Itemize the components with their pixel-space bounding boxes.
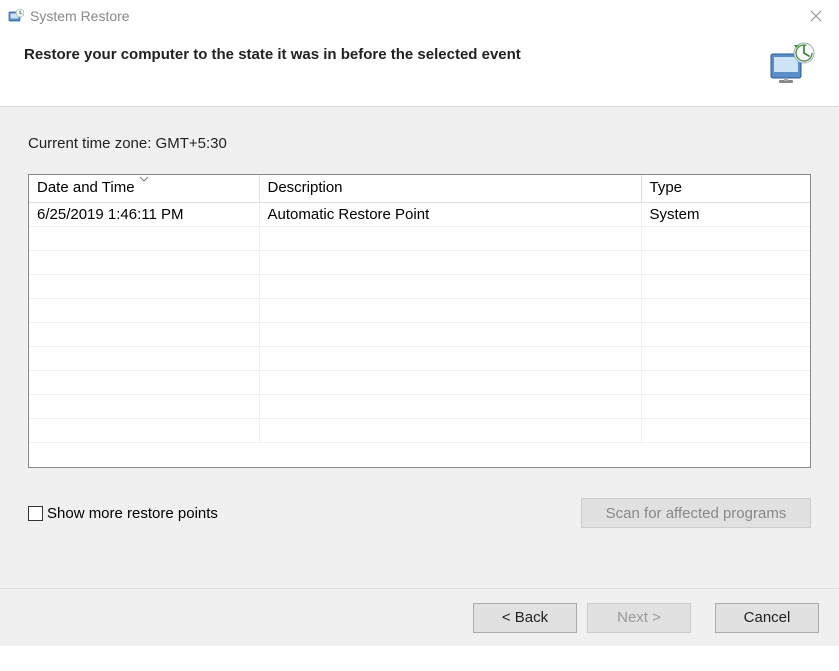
table-row-empty: .	[29, 347, 810, 371]
column-label: Description	[268, 179, 343, 196]
wizard-header: Restore your computer to the state it wa…	[0, 32, 839, 107]
timezone-label: Current time zone: GMT+5:30	[28, 135, 811, 152]
restore-large-icon	[767, 40, 815, 88]
next-button[interactable]: Next >	[587, 603, 691, 633]
show-more-checkbox[interactable]: Show more restore points	[28, 505, 218, 522]
scan-affected-button[interactable]: Scan for affected programs	[581, 498, 811, 528]
titlebar: System Restore	[0, 0, 839, 32]
close-icon	[810, 10, 822, 22]
page-title: Restore your computer to the state it wa…	[24, 40, 521, 63]
restore-app-icon	[8, 8, 24, 24]
chevron-down-icon	[139, 174, 149, 184]
table-row-empty: .	[29, 251, 810, 275]
cell-description: Automatic Restore Point	[259, 203, 641, 227]
column-label: Type	[650, 179, 683, 196]
restore-points-table[interactable]: Date and Time Description Type 6/25/20	[28, 174, 811, 468]
window-title: System Restore	[30, 8, 130, 24]
content-panel: Current time zone: GMT+5:30 Date and Tim…	[0, 107, 839, 588]
wizard-footer: < Back Next > Cancel	[0, 588, 839, 646]
column-header-type[interactable]: Type	[641, 175, 810, 203]
table-row-empty: .	[29, 299, 810, 323]
checkbox-label: Show more restore points	[47, 505, 218, 522]
table-row-empty: .	[29, 371, 810, 395]
back-button[interactable]: < Back	[473, 603, 577, 633]
close-button[interactable]	[793, 0, 839, 32]
table-row-empty: .	[29, 323, 810, 347]
table-row-empty: .	[29, 419, 810, 443]
table-row-empty: .	[29, 395, 810, 419]
column-label: Date and Time	[37, 179, 135, 196]
table-row[interactable]: 6/25/2019 1:46:11 PM Automatic Restore P…	[29, 203, 810, 227]
cell-type: System	[641, 203, 810, 227]
table-row-empty: .	[29, 275, 810, 299]
options-row: Show more restore points Scan for affect…	[28, 498, 811, 528]
table-header-row: Date and Time Description Type	[29, 175, 810, 203]
table-row-empty: .	[29, 227, 810, 251]
column-header-date[interactable]: Date and Time	[29, 175, 259, 203]
checkbox-icon	[28, 506, 43, 521]
cell-date: 6/25/2019 1:46:11 PM	[29, 203, 259, 227]
cancel-button[interactable]: Cancel	[715, 603, 819, 633]
column-header-description[interactable]: Description	[259, 175, 641, 203]
